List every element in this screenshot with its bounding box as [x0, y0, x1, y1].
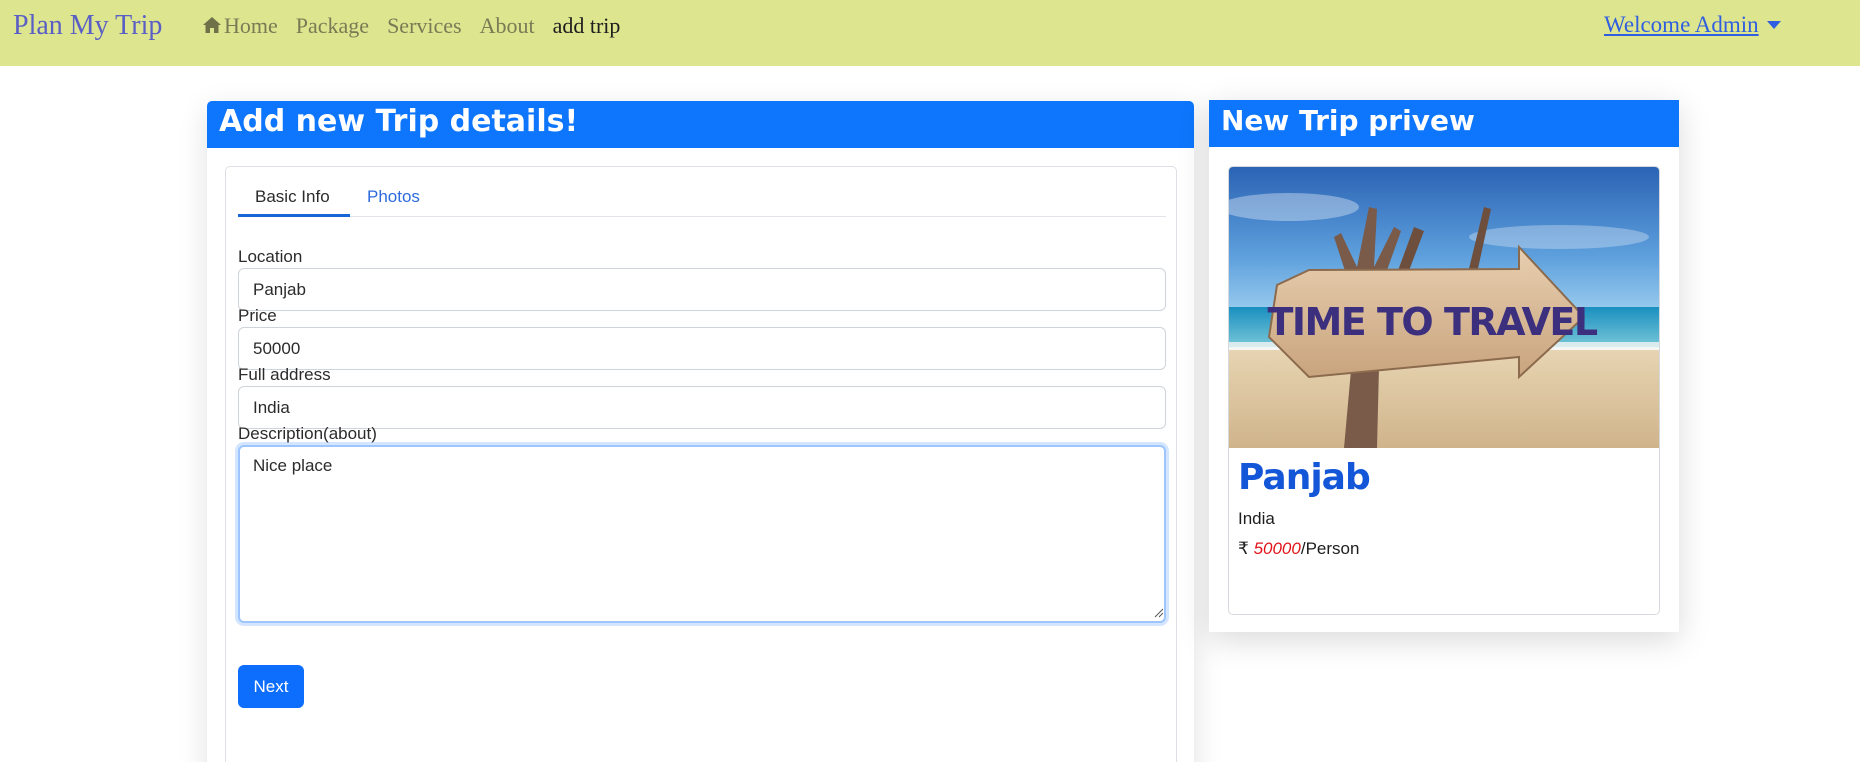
- resize-grip-icon[interactable]: [1154, 608, 1164, 618]
- nav-home[interactable]: Home: [202, 13, 278, 39]
- price-label: Price: [238, 306, 277, 325]
- nav-add-trip[interactable]: add trip: [553, 13, 621, 39]
- top-navbar: Plan My Trip Home Package Services About…: [0, 0, 1860, 66]
- nav-about[interactable]: About: [480, 13, 535, 39]
- tab-photos[interactable]: Photos: [350, 177, 437, 217]
- preview-title: Panjab: [1238, 457, 1371, 498]
- nav-home-label: Home: [224, 13, 278, 38]
- description-textarea[interactable]: Nice place: [238, 445, 1166, 623]
- address-input[interactable]: [238, 386, 1166, 429]
- nav-services[interactable]: Services: [387, 13, 462, 39]
- location-label: Location: [238, 247, 303, 266]
- location-input[interactable]: [238, 268, 1166, 311]
- price-input[interactable]: [238, 327, 1166, 370]
- description-wrapper: Nice place: [226, 445, 1178, 623]
- main-nav: Home Package Services About add trip: [202, 13, 638, 39]
- currency-symbol: ₹: [1238, 539, 1249, 558]
- brand-logo[interactable]: Plan My Trip: [13, 10, 162, 42]
- trip-photo: TIME TO TRAVEL: [1229, 167, 1659, 448]
- home-icon: [203, 17, 221, 33]
- add-trip-heading: Add new Trip details!: [207, 101, 1194, 148]
- add-trip-form: Basic Info Photos Location Price Full ad…: [225, 166, 1177, 762]
- preview-address: India: [1238, 509, 1275, 528]
- next-button[interactable]: Next: [238, 665, 304, 708]
- nav-package[interactable]: Package: [296, 13, 369, 39]
- chevron-down-icon: [1766, 21, 1781, 29]
- description-label: Description(about): [238, 424, 377, 443]
- user-menu-label: Welcome Admin: [1604, 12, 1759, 37]
- trip-preview-card: New Trip privew TIME TO TRAVEL Panjab In…: [1209, 100, 1679, 632]
- sign-text: TIME TO TRAVEL: [1267, 300, 1597, 344]
- add-trip-card: Add new Trip details! Basic Info Photos …: [207, 101, 1194, 762]
- preview-trip-card: TIME TO TRAVEL Panjab India ₹ 50000/Pers…: [1228, 166, 1660, 615]
- user-menu-dropdown[interactable]: Welcome Admin: [1604, 12, 1781, 38]
- price-amount: 50000: [1253, 539, 1301, 558]
- form-tabs: Basic Info Photos: [238, 177, 1166, 217]
- preview-heading: New Trip privew: [1209, 100, 1679, 147]
- address-label: Full address: [238, 365, 331, 384]
- preview-price: ₹ 50000/Person: [1238, 539, 1359, 559]
- tab-basic-info[interactable]: Basic Info: [238, 177, 350, 217]
- price-unit: /Person: [1300, 539, 1360, 558]
